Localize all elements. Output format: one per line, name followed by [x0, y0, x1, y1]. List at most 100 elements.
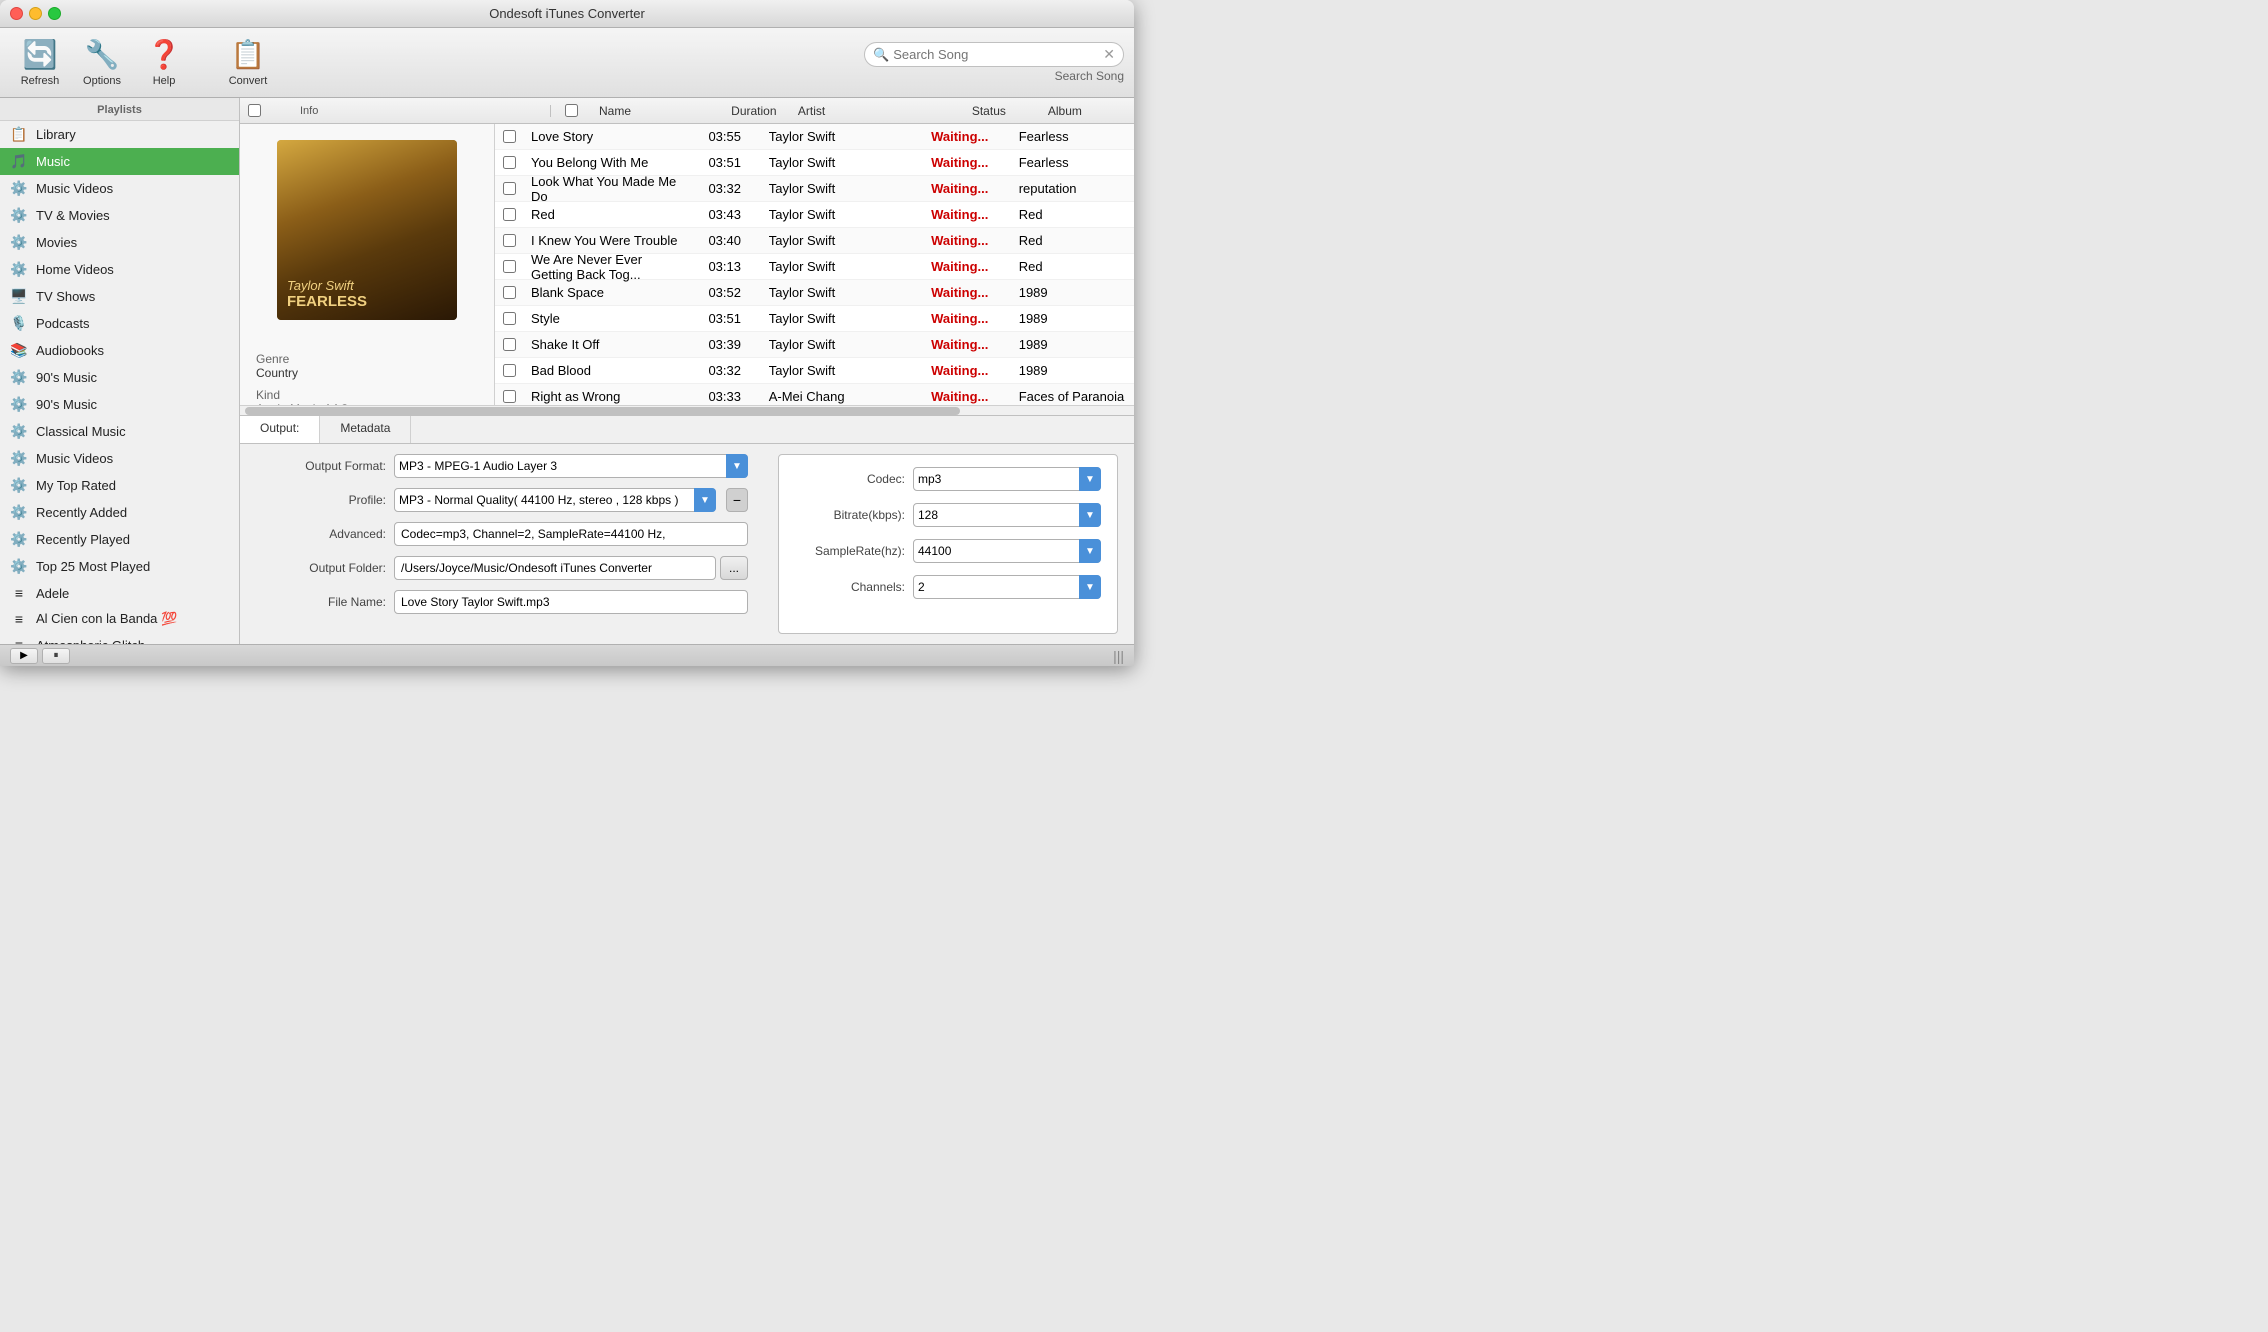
sidebar-item-home-videos[interactable]: ⚙️Home Videos — [0, 256, 239, 283]
play-button[interactable]: ▶ — [10, 648, 38, 664]
table-row[interactable]: We Are Never Ever Getting Back Tog... 03… — [495, 254, 1134, 280]
sidebar-item-adele[interactable]: ≡Adele — [0, 580, 239, 606]
row-checkbox-cell — [495, 390, 523, 403]
file-name-input[interactable] — [394, 590, 748, 614]
output-tab[interactable]: Output: — [240, 416, 320, 443]
sidebar-item-atmospheric-glitch[interactable]: ≡Atmospheric Glitch — [0, 632, 239, 644]
maximize-button[interactable] — [48, 7, 61, 20]
row-checkbox-4[interactable] — [503, 234, 516, 247]
profile-select[interactable]: MP3 - Normal Quality( 44100 Hz, stereo ,… — [394, 488, 716, 512]
codec-select[interactable]: mp3 — [913, 467, 1101, 491]
row-checkbox-2[interactable] — [503, 182, 516, 195]
song-artist-1: Taylor Swift — [765, 155, 905, 170]
row-checkbox-0[interactable] — [503, 130, 516, 143]
main-content: Playlists 📋Library🎵Music⚙️Music Videos⚙️… — [0, 98, 1134, 644]
table-row[interactable]: You Belong With Me 03:51 Taylor Swift Wa… — [495, 150, 1134, 176]
status-col-header: Status — [934, 104, 1044, 118]
sidebar-item-classical-music[interactable]: ⚙️Classical Music — [0, 418, 239, 445]
song-name-3: Red — [523, 207, 685, 222]
song-duration-9: 03:32 — [685, 363, 765, 378]
table-row[interactable]: Look What You Made Me Do 03:32 Taylor Sw… — [495, 176, 1134, 202]
sidebar-item-library[interactable]: 📋Library — [0, 121, 239, 148]
sidebar-item-label: TV Shows — [36, 289, 95, 304]
sidebar: Playlists 📋Library🎵Music⚙️Music Videos⚙️… — [0, 98, 240, 644]
row-checkbox-10[interactable] — [503, 390, 516, 403]
pause-button[interactable]: ⏸ — [42, 648, 70, 664]
sidebar-item-audiobooks[interactable]: 📚 Audiobooks — [0, 337, 239, 364]
samplerate-select[interactable]: 44100 — [913, 539, 1101, 563]
sidebar-item-my-top-rated[interactable]: ⚙️My Top Rated — [0, 472, 239, 499]
song-artist-3: Taylor Swift — [765, 207, 905, 222]
row-checkbox-9[interactable] — [503, 364, 516, 377]
song-artist-10: A-Mei Chang — [765, 389, 905, 404]
song-duration-7: 03:51 — [685, 311, 765, 326]
sidebar-item-recently-added[interactable]: ⚙️Recently Added — [0, 499, 239, 526]
row-checkbox-cell — [495, 182, 523, 195]
table-row[interactable]: I Knew You Were Trouble 03:40 Taylor Swi… — [495, 228, 1134, 254]
row-checkbox-7[interactable] — [503, 312, 516, 325]
sidebar-icon: ⚙️ — [10, 558, 28, 575]
sidebar-item-music-videos-2[interactable]: ⚙️Music Videos — [0, 445, 239, 472]
row-checkbox-6[interactable] — [503, 286, 516, 299]
song-artist-2: Taylor Swift — [765, 181, 905, 196]
split-pane: Taylor Swift FEARLESS Genre Country Kind… — [240, 124, 1134, 405]
sidebar-icon: 📚 — [10, 342, 28, 359]
song-status-5: Waiting... — [905, 259, 1015, 274]
minimize-button[interactable] — [29, 7, 42, 20]
sidebar-item-music[interactable]: 🎵Music — [0, 148, 239, 175]
output-format-select[interactable]: MP3 - MPEG-1 Audio Layer 3 — [394, 454, 748, 478]
row-checkbox-5[interactable] — [503, 260, 516, 273]
list-select-all[interactable] — [565, 104, 578, 117]
profile-minus-button[interactable]: − — [726, 488, 748, 512]
table-row[interactable]: Style 03:51 Taylor Swift Waiting... 1989 — [495, 306, 1134, 332]
sidebar-item-tv-shows[interactable]: 🖥️TV Shows — [0, 283, 239, 310]
table-row[interactable]: Love Story 03:55 Taylor Swift Waiting...… — [495, 124, 1134, 150]
sidebar-icon: ⚙️ — [10, 261, 28, 278]
refresh-button[interactable]: 🔄 Refresh — [10, 32, 70, 93]
search-clear-icon[interactable]: ✕ — [1103, 46, 1115, 63]
row-checkbox-3[interactable] — [503, 208, 516, 221]
table-row[interactable]: Red 03:43 Taylor Swift Waiting... Red — [495, 202, 1134, 228]
output-folder-input[interactable] — [394, 556, 716, 580]
row-checkbox-8[interactable] — [503, 338, 516, 351]
sidebar-item-tv-movies[interactable]: ⚙️TV & Movies — [0, 202, 239, 229]
bitrate-select[interactable]: 128 — [913, 503, 1101, 527]
row-checkbox-cell — [495, 156, 523, 169]
metadata-tab[interactable]: Metadata — [320, 416, 411, 443]
convert-button[interactable]: 📋 Convert — [218, 32, 278, 93]
sidebar-icon: 🎙️ — [10, 315, 28, 332]
sidebar-item-recently-played[interactable]: ⚙️Recently Played — [0, 526, 239, 553]
select-all-checkbox[interactable] — [248, 104, 261, 117]
browse-folder-button[interactable]: ... — [720, 556, 748, 580]
convert-label: Convert — [229, 75, 268, 87]
search-input[interactable] — [893, 47, 1099, 62]
table-row[interactable]: Right as Wrong 03:33 A-Mei Chang Waiting… — [495, 384, 1134, 405]
song-album-8: 1989 — [1015, 337, 1134, 352]
song-album-6: 1989 — [1015, 285, 1134, 300]
toolbar: 🔄 Refresh 🔧 Options ❓ Help 📋 Convert 🔍 ✕… — [0, 28, 1134, 98]
sidebar-item-podcasts[interactable]: 🎙️Podcasts — [0, 310, 239, 337]
song-artist-9: Taylor Swift — [765, 363, 905, 378]
song-list: Love Story 03:55 Taylor Swift Waiting...… — [495, 124, 1134, 405]
sidebar-item-90s-music-1[interactable]: ⚙️90's Music — [0, 364, 239, 391]
song-name-7: Style — [523, 311, 685, 326]
sidebar-item-music-videos[interactable]: ⚙️Music Videos — [0, 175, 239, 202]
table-row[interactable]: Bad Blood 03:32 Taylor Swift Waiting... … — [495, 358, 1134, 384]
table-row[interactable]: Blank Space 03:52 Taylor Swift Waiting..… — [495, 280, 1134, 306]
table-row[interactable]: Shake It Off 03:39 Taylor Swift Waiting.… — [495, 332, 1134, 358]
row-checkbox-1[interactable] — [503, 156, 516, 169]
sidebar-icon: ⚙️ — [10, 531, 28, 548]
advanced-input[interactable] — [394, 522, 748, 546]
title-bar: Ondesoft iTunes Converter — [0, 0, 1134, 28]
help-button[interactable]: ❓ Help — [134, 32, 194, 93]
sidebar-item-movies[interactable]: ⚙️Movies — [0, 229, 239, 256]
channels-select[interactable]: 2 — [913, 575, 1101, 599]
sidebar-item-al-cien[interactable]: ≡Al Cien con la Banda 💯 — [0, 606, 239, 632]
close-button[interactable] — [10, 7, 23, 20]
search-area: 🔍 ✕ Search Song — [864, 42, 1124, 83]
sidebar-item-label: Audiobooks — [36, 343, 104, 358]
options-button[interactable]: 🔧 Options — [72, 32, 132, 93]
sidebar-item-90s-music-2[interactable]: ⚙️90's Music — [0, 391, 239, 418]
sidebar-item-top-25[interactable]: ⚙️Top 25 Most Played — [0, 553, 239, 580]
bitrate-label: Bitrate(kbps): — [795, 508, 905, 522]
